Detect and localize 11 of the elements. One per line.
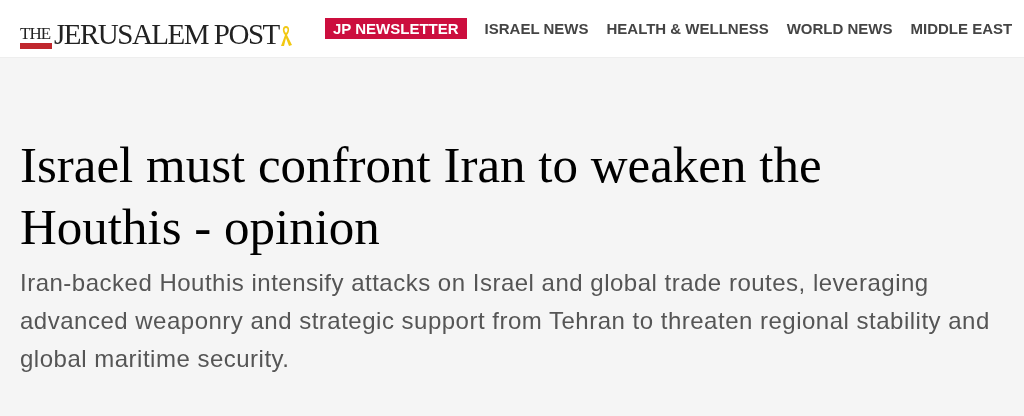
- article-summary: Iran-backed Houthis intensify attacks on Israel and global trade routes, leveraging advanced weaponry and strategic support from Tehran to threaten regional stability and global maritime security.: [20, 268, 991, 374]
- logo-text[interactable]: JERUSALEM POST: [54, 18, 279, 49]
- logo-bar: [20, 42, 52, 49]
- nav-link[interactable]: WORLD NEWS: [786, 19, 893, 38]
- ribbon-icon: [279, 24, 292, 47]
- nav-link[interactable]: HEALTH & WELLNESS: [606, 19, 769, 38]
- newsletter-link[interactable]: JP NEWSLETTER: [325, 18, 467, 39]
- nav-link[interactable]: ISRAEL NEWS: [484, 19, 589, 38]
- headline: Israel must confront Iran to weaken the Houthis - opinion: [20, 136, 823, 257]
- nav-link[interactable]: MIDDLE EAST: [910, 19, 1013, 38]
- logo-text[interactable]: THE: [20, 24, 52, 42]
